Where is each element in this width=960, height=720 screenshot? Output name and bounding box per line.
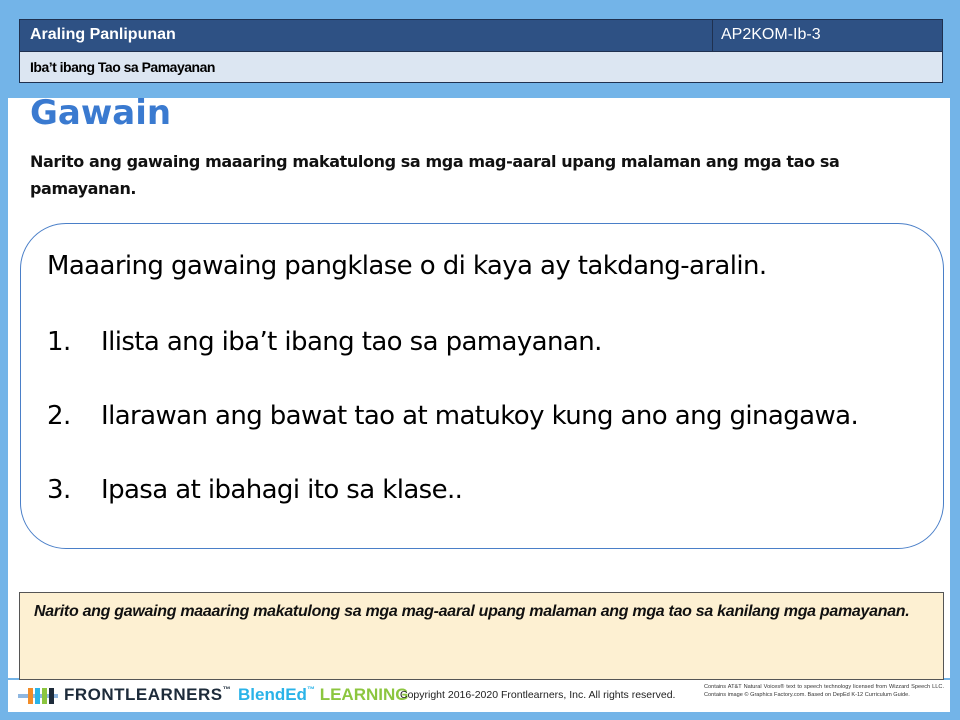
task-number: 3. — [47, 475, 71, 505]
task-box: Maaaring gawaing pangklase o di kaya ay … — [20, 223, 944, 549]
task-text: Ipasa at ibahagi ito sa klase.. — [101, 475, 463, 505]
code-cell: AP2KOM-Ib-3 — [712, 20, 942, 51]
task-text: Ilarawan ang bawat tao at matukoy kung a… — [101, 401, 859, 431]
footer: FRONTLEARNERS™ BlendEd™ LEARNING Copyrig… — [8, 680, 950, 712]
intro-text: Narito ang gawaing maaaring makatulong s… — [30, 152, 840, 198]
subject-label: Araling Panlipunan — [30, 26, 176, 43]
brand-name: FRONTLEARNERS™ — [64, 685, 232, 704]
topic-label: Iba’t ibang Tao sa Pamayanan — [30, 59, 215, 75]
task-heading: Maaaring gawaing pangklase o di kaya ay … — [47, 251, 767, 281]
task-number: 1. — [47, 327, 71, 357]
task-item: 2. Ilarawan ang bawat tao at matukoy kung… — [47, 401, 859, 431]
header-bottom-row: Iba’t ibang Tao sa Pamayanan — [20, 52, 942, 82]
note-text: Narito ang gawaing maaaring makatulong s… — [34, 603, 910, 620]
copyright-text: Copyright 2016-2020 Frontlearners, Inc. … — [400, 689, 676, 701]
blended-learning-logo: BlendEd™ LEARNING — [238, 685, 409, 704]
task-text: Ilista ang iba’t ibang tao sa pamayanan. — [101, 327, 602, 357]
lesson-header: Araling Panlipunan AP2KOM-Ib-3 Iba’t iba… — [19, 19, 943, 83]
task-number: 2. — [47, 401, 71, 431]
slide-content: Gawain Narito ang gawaing maaaring makat… — [8, 93, 950, 678]
task-item: 1. Ilista ang iba’t ibang tao sa pamayana… — [47, 327, 602, 357]
frontlearners-logo-icon — [18, 688, 58, 704]
teacher-note: Narito ang gawaing maaaring makatulong s… — [19, 592, 944, 680]
license-fine-print: Contains AT&T Natural Voices® text to sp… — [704, 684, 944, 698]
competency-code: AP2KOM-Ib-3 — [721, 26, 821, 43]
page-title: Gawain — [30, 93, 172, 133]
task-item: 3. Ipasa at ibahagi ito sa klase.. — [47, 475, 463, 505]
header-top-row: Araling Panlipunan AP2KOM-Ib-3 — [20, 20, 942, 52]
